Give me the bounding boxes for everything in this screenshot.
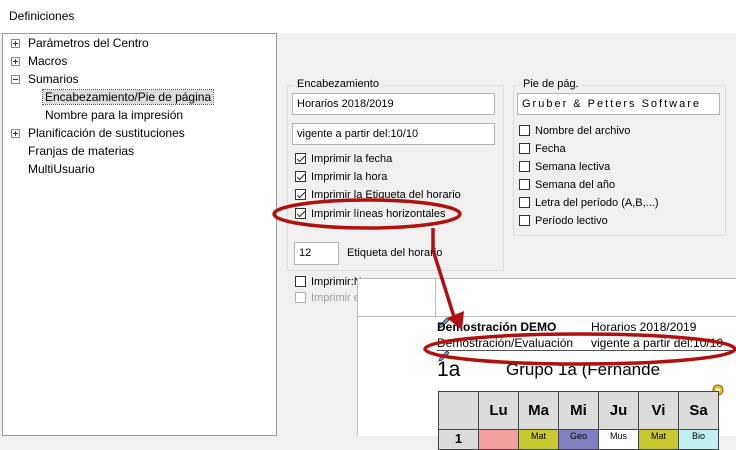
annotation-overlay bbox=[272, 198, 736, 366]
highlight-ellipse-preview bbox=[423, 332, 736, 366]
annotation-arrow-line bbox=[431, 228, 457, 321]
annotation-arrowhead bbox=[447, 311, 464, 330]
highlight-ellipse-option bbox=[272, 198, 462, 230]
